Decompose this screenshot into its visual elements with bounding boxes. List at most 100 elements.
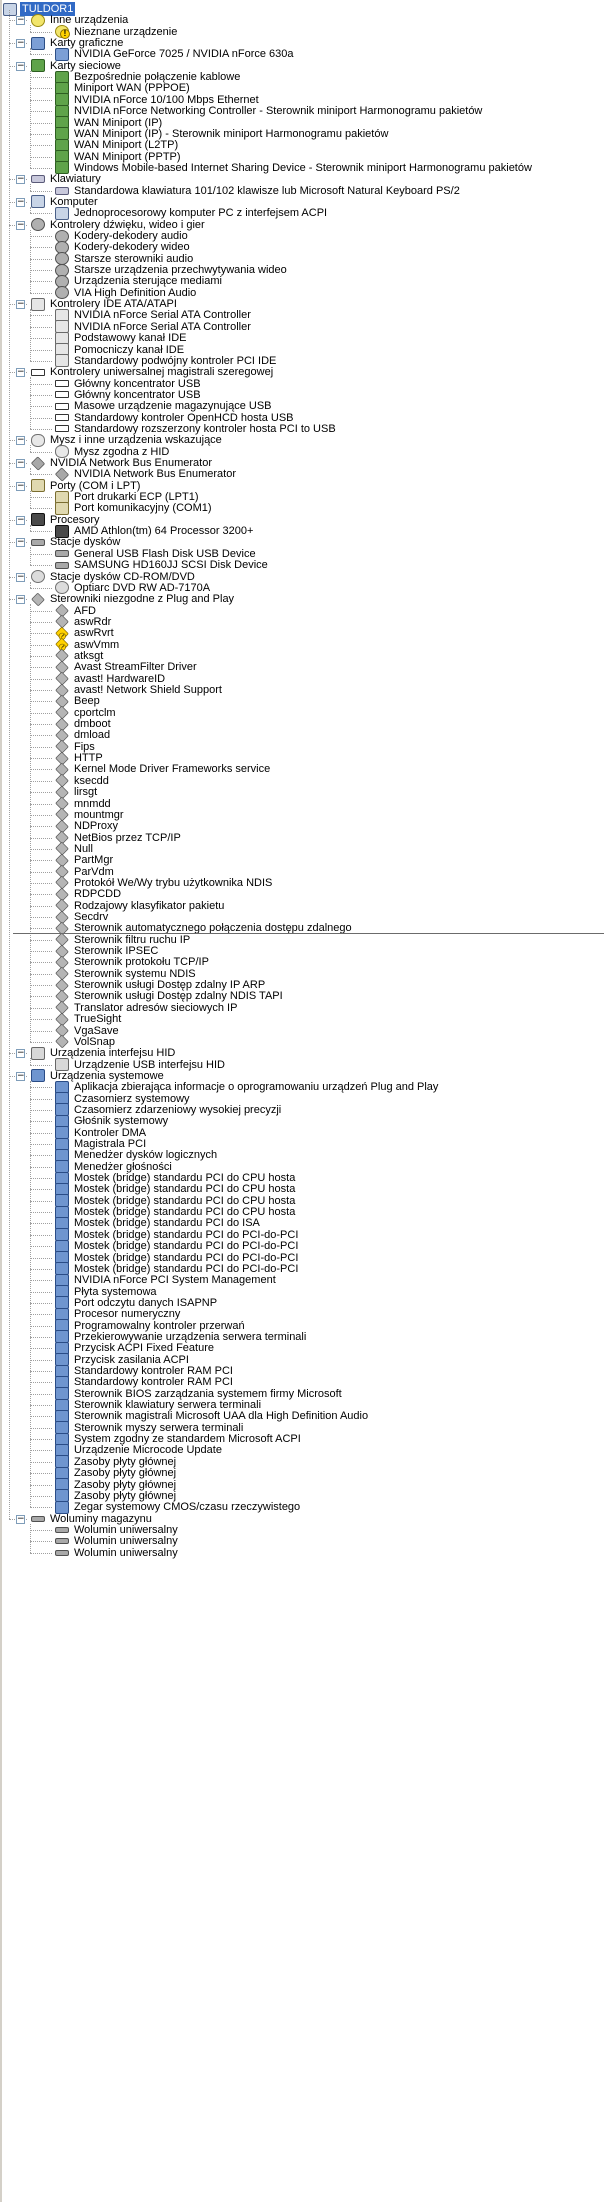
tree-connector-line [30, 792, 52, 794]
tree-connector-line [30, 167, 52, 169]
collapse-toggle-icon[interactable]: − [16, 436, 25, 446]
tree-connector-line [30, 406, 52, 408]
tree-connector-line [30, 326, 52, 328]
collapse-toggle-icon[interactable]: − [16, 1049, 25, 1059]
tree-connector-line [30, 1041, 52, 1043]
tree-connector-line [30, 814, 52, 816]
tree-connector-line [30, 701, 52, 703]
tree-connector-line [30, 547, 31, 566]
tree-connector-line [30, 553, 52, 555]
tree-connector-line [30, 644, 52, 646]
device-item[interactable]: Windows Mobile-based Internet Sharing De… [55, 160, 534, 176]
tree-connector-line [30, 206, 31, 214]
tree-connector-line [30, 1336, 52, 1338]
collapse-toggle-icon[interactable]: − [16, 459, 25, 468]
tree-connector-line [30, 309, 31, 361]
window-left-edge [0, 0, 2, 2202]
tree-connector-line [30, 258, 52, 260]
computer-icon [31, 195, 45, 209]
tree-connector-line [30, 48, 31, 55]
tree-connector-line [30, 871, 52, 873]
tree-connector-line [30, 1416, 52, 1418]
sound-icon [31, 218, 45, 232]
tree-connector-line [30, 780, 52, 782]
tree-connector-line [30, 281, 52, 283]
tree-connector-line [30, 837, 52, 839]
tree-connector-line [9, 10, 10, 1519]
tree-connector-line [30, 690, 52, 691]
tree-connector-line [30, 894, 52, 896]
tree-connector-line [30, 428, 52, 430]
collapse-toggle-icon[interactable]: − [16, 39, 25, 49]
tree-connector-line [30, 417, 52, 419]
tree-connector-line [30, 939, 52, 941]
driver-icon [31, 592, 45, 607]
tree-connector-line [30, 1234, 52, 1236]
collapse-toggle-icon[interactable]: − [16, 175, 25, 185]
tree-connector-line [30, 377, 31, 429]
tree-connector-line [30, 497, 52, 499]
volume-icon [31, 1515, 45, 1522]
tree-connector-line [30, 1484, 52, 1486]
tree-connector-line [30, 1268, 52, 1270]
tree-connector-line [30, 1087, 52, 1089]
collapse-toggle-icon[interactable]: − [16, 1071, 25, 1081]
tree-connector-line [30, 1461, 52, 1463]
tree-connector-line [30, 735, 52, 737]
volume-icon [55, 1526, 69, 1533]
device-item[interactable]: Wolumin uniwersalny [55, 1545, 180, 1561]
tree-connector-line [30, 394, 52, 396]
tree-connector-line [30, 31, 52, 33]
collapse-toggle-icon[interactable]: − [16, 61, 25, 71]
tree-connector-line [30, 508, 52, 510]
collapse-toggle-icon[interactable]: − [16, 197, 25, 207]
collapse-toggle-icon[interactable]: − [16, 595, 25, 605]
tree-connector-line [30, 531, 52, 533]
tree-connector-line [30, 1064, 52, 1066]
display-adapter-icon [31, 36, 45, 50]
tree-connector-line [30, 338, 52, 340]
device-item-label: Wolumin uniwersalny [74, 1546, 178, 1559]
collapse-toggle-icon[interactable]: − [16, 1514, 25, 1524]
tree-connector-line [30, 996, 52, 998]
collapse-toggle-icon[interactable]: − [16, 368, 25, 378]
tree-connector-line [30, 581, 31, 588]
system-device-icon [31, 1069, 45, 1083]
mouse-icon [31, 433, 45, 447]
tree-connector-line [30, 360, 52, 362]
tree-connector-line [30, 655, 52, 657]
generic-device-icon [30, 455, 46, 471]
collapse-toggle-icon[interactable]: − [16, 300, 25, 310]
tree-connector-line [30, 621, 52, 623]
tree-connector-line [30, 1523, 31, 1553]
tree-connector-line [30, 1507, 52, 1509]
computer-icon [3, 2, 17, 16]
collapse-toggle-icon[interactable]: − [16, 572, 25, 582]
device-item[interactable]: Standardowa klawiatura 101/102 klawisze … [55, 183, 462, 199]
tree-connector-line [30, 445, 31, 452]
tree-connector-line [30, 1302, 52, 1304]
tree-connector-line [30, 973, 52, 975]
tree-connector-line [30, 860, 52, 862]
tree-connector-line [30, 1427, 52, 1429]
processor-icon [31, 513, 45, 527]
tree-connector-line [30, 1178, 52, 1180]
unknown-device-icon [31, 13, 45, 27]
collapse-toggle-icon[interactable]: − [16, 16, 25, 26]
ide-controller-icon [31, 297, 45, 311]
collapse-toggle-icon[interactable]: − [16, 220, 25, 230]
network-adapter-icon [31, 59, 45, 73]
tree-connector-line [30, 1166, 52, 1168]
tree-connector-line [30, 1200, 52, 1202]
device-item-label: Standardowa klawiatura 101/102 klawisze … [74, 184, 460, 197]
tree-connector-line [30, 1058, 31, 1065]
collapse-toggle-icon[interactable]: − [16, 481, 25, 491]
tree-connector-line [30, 1189, 52, 1191]
collapse-toggle-icon[interactable]: − [16, 538, 25, 548]
tree-connector-line [30, 565, 52, 567]
port-icon [31, 479, 45, 493]
collapse-toggle-icon[interactable]: − [16, 515, 25, 525]
tree-connector-line [30, 882, 52, 884]
tree-connector-line [30, 184, 31, 191]
tree-connector-line [30, 1080, 31, 1508]
